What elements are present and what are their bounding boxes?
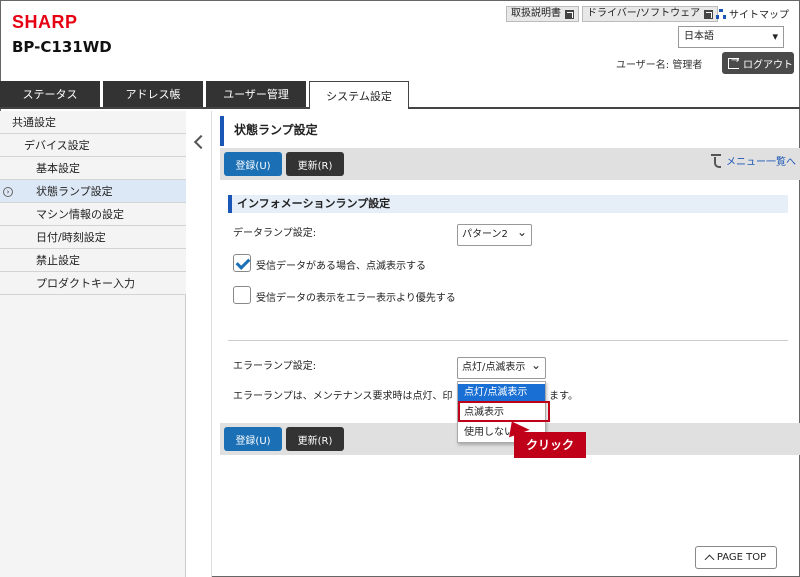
driver-label: ドライバー/ソフトウェア (587, 8, 701, 19)
external-link-icon (704, 9, 714, 19)
error-lamp-description: エラーランプは、メンテナンス要求時は点灯、印 (233, 391, 453, 402)
logout-icon (728, 55, 739, 69)
sitemap-label: サイトマップ (729, 10, 789, 21)
return-icon (710, 153, 724, 168)
sidebar-item-label: 状態ランプ設定 (36, 185, 113, 198)
driver-software-button[interactable]: ドライバー/ソフトウェア (582, 6, 719, 22)
sidebar-item-label: 日付/時刻設定 (36, 231, 106, 244)
section-title: インフォメーションランプ設定 (228, 195, 788, 213)
logout-label: ログアウト (743, 59, 793, 71)
update-button-bottom[interactable]: 更新(R) (286, 427, 344, 451)
update-button[interactable]: 更新(R) (286, 152, 344, 176)
sidebar-item-prohibit[interactable]: 禁止設定 (0, 249, 186, 272)
tab-system-settings[interactable]: システム設定 (309, 81, 409, 109)
priority-display-checkbox[interactable] (233, 286, 251, 304)
sidebar-item-date-time[interactable]: 日付/時刻設定 (0, 226, 186, 249)
sitemap-link[interactable]: サイトマップ (716, 6, 789, 21)
menu-list-link[interactable]: メニュー一覧へ (710, 153, 796, 168)
tab-user-management[interactable]: ユーザー管理 (206, 81, 306, 107)
sidebar-item-machine-info[interactable]: マシン情報の設定 (0, 203, 186, 226)
tab-status[interactable]: ステータス (0, 81, 100, 107)
brand-logo: SHARP (12, 12, 78, 32)
language-select[interactable]: 日本語 (678, 26, 784, 48)
register-button[interactable]: 登録(U) (224, 152, 282, 176)
sidebar-item-label: 共通設定 (12, 116, 56, 129)
sidebar-item-common-settings[interactable]: 共通設定 (0, 111, 186, 134)
error-lamp-label: エラーランプ設定: (233, 361, 317, 372)
highlight-box (458, 401, 550, 422)
sidebar-item-label: デバイス設定 (24, 139, 90, 152)
external-link-icon (565, 9, 574, 19)
register-button-bottom[interactable]: 登録(U) (224, 427, 282, 451)
page-top-button[interactable]: PAGE TOP (695, 546, 777, 569)
chevron-left-icon (191, 133, 205, 153)
sidebar: 共通設定 デバイス設定 基本設定 › 状態ランプ設定 マシン情報の設定 日付/時… (0, 111, 186, 577)
manual-label: 取扱説明書 (511, 8, 561, 19)
sidebar-item-status-lamp[interactable]: › 状態ランプ設定 (0, 180, 186, 203)
sidebar-item-label: プロダクトキー入力 (36, 277, 135, 290)
sidebar-item-label: 禁止設定 (36, 254, 80, 267)
page-title: 状態ランプ設定 (220, 116, 800, 146)
blink-on-receive-label: 受信データがある場合、点滅表示する (256, 261, 426, 272)
data-lamp-select[interactable]: パターン2 (457, 222, 532, 246)
user-name: ユーザー名: 管理者 (616, 60, 703, 71)
menu-link-label: メニュー一覧へ (726, 157, 796, 168)
divider (228, 340, 788, 341)
model-name: BP-C131WD (12, 38, 112, 56)
sidebar-item-device-settings[interactable]: デバイス設定 (0, 134, 186, 157)
chevron-right-icon: › (3, 187, 13, 197)
sidebar-item-label: 基本設定 (36, 162, 80, 175)
blink-on-receive-checkbox[interactable] (233, 254, 251, 272)
chevron-up-icon (704, 554, 715, 565)
priority-display-label: 受信データの表示をエラー表示より優先する (256, 293, 456, 304)
logout-button[interactable]: ログアウト (722, 52, 794, 74)
data-lamp-label: データランプ設定: (233, 228, 317, 239)
manual-button[interactable]: 取扱説明書 (506, 6, 579, 22)
sidebar-collapse[interactable] (186, 111, 212, 577)
error-lamp-select[interactable]: 点灯/点滅表示 (457, 355, 546, 379)
sidebar-item-basic-settings[interactable]: 基本設定 (0, 157, 186, 180)
click-callout: クリック (514, 432, 586, 458)
error-lamp-description-tail: ます。 (549, 391, 578, 402)
sidebar-item-label: マシン情報の設定 (36, 208, 124, 221)
page-top-label: PAGE TOP (716, 552, 767, 563)
sitemap-icon (716, 8, 726, 19)
sidebar-item-product-key[interactable]: プロダクトキー入力 (0, 272, 186, 295)
dropdown-option-on-blink[interactable]: 点灯/点滅表示 (458, 384, 545, 402)
tab-address-book[interactable]: アドレス帳 (103, 81, 203, 107)
main-tabs: ステータス アドレス帳 ユーザー管理 システム設定 (0, 81, 800, 109)
